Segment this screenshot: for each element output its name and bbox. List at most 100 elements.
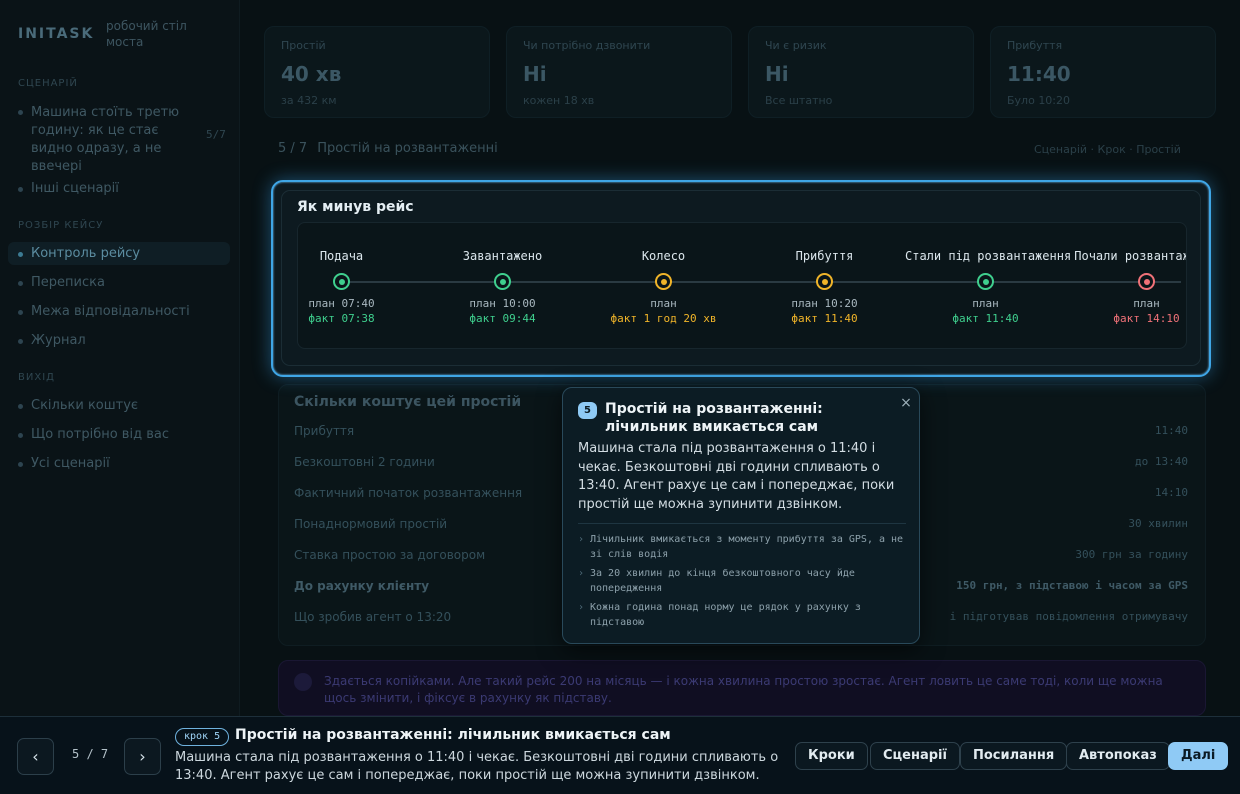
kpi-sub: Було 10:20 xyxy=(1007,94,1071,107)
cost-value: і підготував повідомлення отримувачу xyxy=(949,610,1188,623)
cost-label: Що зробив агент о 13:20 xyxy=(294,610,452,624)
sidebar-item-other-scenarios[interactable]: Інші сценарії xyxy=(18,181,119,196)
sidebar: INITASK робочий стіл моста Сценарій Маши… xyxy=(0,0,240,716)
steps-button[interactable]: Кроки xyxy=(795,742,868,770)
stage-plan: план 07:40 xyxy=(308,297,375,310)
kpi-card-call: Чи потрібно дзвонити Ні кожен 18 хв xyxy=(506,26,732,118)
stage-plan: план 10:00 xyxy=(469,297,536,310)
popover-body: Машина стала під розвантаження о 11:40 і… xyxy=(578,441,895,512)
stage-plan: план xyxy=(972,297,999,310)
cost-label: До рахунку клієнту xyxy=(294,579,430,593)
cost-label: Ставка простою за договором xyxy=(294,548,486,562)
bullet-icon xyxy=(18,339,23,344)
stage-status-icon xyxy=(1138,273,1155,290)
stage-status-icon xyxy=(977,273,994,290)
bullet-icon xyxy=(18,281,23,286)
sidebar-item-label: Переписка xyxy=(31,275,105,290)
sidebar-item-active-scenario[interactable]: Машина стоїть третю годину: як це стає в… xyxy=(18,104,188,176)
sidebar-item-label: Контроль рейсу xyxy=(31,246,141,261)
sidebar-item-label: Інші сценарії xyxy=(31,181,119,196)
stage-plan: план xyxy=(1133,297,1160,310)
stage-plan: план xyxy=(650,297,677,310)
cost-value: 14:10 xyxy=(1154,486,1188,499)
breadcrumb-title: Простій на розвантаженні xyxy=(317,141,498,156)
sidebar-item-needs[interactable]: Що потрібно від вас xyxy=(18,427,169,442)
kpi-label: Простій xyxy=(281,39,326,52)
sidebar-item-label: Скільки коштує xyxy=(31,398,139,413)
brand-logo: INITASK xyxy=(18,26,95,42)
stage-fact: факт 11:40 xyxy=(791,312,858,325)
kpi-value: Ні xyxy=(765,62,789,86)
bullet-icon xyxy=(18,462,23,467)
trip-title: Як минув рейс xyxy=(297,199,414,215)
prev-step-button[interactable]: ‹ xyxy=(17,738,54,775)
step-title: Простій на розвантаженні: лічильник вмик… xyxy=(235,727,671,743)
kpi-sub: кожен 18 хв xyxy=(523,94,595,107)
sidebar-item-responsibility[interactable]: Межа відповідальності xyxy=(18,304,190,319)
stage-status-icon xyxy=(655,273,672,290)
sidebar-item-all-scenarios[interactable]: Усі сценарії xyxy=(18,456,110,471)
autoplay-button[interactable]: Автопоказ xyxy=(1066,742,1170,770)
kpi-label: Прибуття xyxy=(1007,39,1063,52)
info-icon xyxy=(294,673,312,691)
step-badge: крок 5 xyxy=(175,728,230,746)
sidebar-item-label: Усі сценарії xyxy=(31,456,110,471)
next-button[interactable]: Далі xyxy=(1168,742,1229,770)
stage-name: Почали розвантаження xyxy=(1074,249,1186,263)
kpi-label: Чи є ризик xyxy=(765,39,827,52)
stage-fact: факт 07:38 xyxy=(308,312,375,325)
stage-status-icon xyxy=(816,273,833,290)
stage-name: Подача xyxy=(319,249,364,263)
cost-value: 11:40 xyxy=(1154,424,1188,437)
sidebar-item-label: Журнал xyxy=(31,333,86,348)
sidebar-item-correspondence[interactable]: Переписка xyxy=(18,275,105,290)
breadcrumb-prefix: 5 / 7 xyxy=(278,141,308,156)
bullet-icon xyxy=(18,433,23,438)
cost-label: Фактичний початок розвантаження xyxy=(294,486,523,500)
popover-bullets: Лічильник вмикається з моменту прибуття … xyxy=(578,532,906,634)
stage-fact: факт 1 год 20 хв xyxy=(610,312,717,325)
sidebar-item-label: Машина стоїть третю годину: як це стає в… xyxy=(31,105,180,174)
list-item: Кожна година понад норму це рядок у раху… xyxy=(578,600,906,630)
close-icon[interactable]: × xyxy=(897,394,915,412)
breadcrumb-right: Сценарій · Крок · Простій xyxy=(1034,143,1181,156)
cost-label: Безкоштовні 2 години xyxy=(294,455,435,469)
tour-popover: 5 Простій на розвантаженні: лічильник вм… xyxy=(562,387,920,644)
cost-label: Прибуття xyxy=(294,424,355,438)
step-number-badge: 5 xyxy=(578,402,597,419)
kpi-label: Чи потрібно дзвонити xyxy=(523,39,651,52)
stage-fact: факт 09:44 xyxy=(469,312,536,325)
bullet-icon xyxy=(18,187,23,192)
step-counter: 5 / 7 xyxy=(72,747,109,761)
stage-status-icon xyxy=(494,273,511,290)
sidebar-item-trip-control[interactable]: Контроль рейсу xyxy=(8,242,230,265)
stage-fact: факт 11:40 xyxy=(952,312,1019,325)
bullet-icon xyxy=(18,404,23,409)
stage-name: Прибуття xyxy=(795,249,854,263)
next-step-arrow-button[interactable]: › xyxy=(124,738,161,775)
kpi-value: 40 хв xyxy=(281,62,342,86)
kpi-card-downtime: Простій 40 хв за 432 км xyxy=(264,26,490,118)
list-item: Лічильник вмикається з моменту прибуття … xyxy=(578,532,906,562)
cost-label: Понаднормовий простій xyxy=(294,517,448,531)
kpi-card-arrival: Прибуття 11:40 Було 10:20 xyxy=(990,26,1216,118)
sidebar-section-process: Розбір кейсу xyxy=(18,220,104,231)
step-description: Машина стала під розвантаження о 11:40 і… xyxy=(175,750,779,783)
sidebar-item-journal[interactable]: Журнал xyxy=(18,333,86,348)
cost-value: 30 хвилин xyxy=(1128,517,1188,530)
kpi-sub: за 432 км xyxy=(281,94,337,107)
links-button[interactable]: Посилання xyxy=(960,742,1068,770)
scenarios-button[interactable]: Сценарії xyxy=(870,742,960,770)
tour-bottom-bar: ‹ 5 / 7 › крок 5 Простій на розвантаженн… xyxy=(0,716,1240,794)
stage-fact: факт 14:10 xyxy=(1113,312,1180,325)
note-text: Здається копійками. Але такий рейс 200 н… xyxy=(324,674,1163,705)
sidebar-item-cost[interactable]: Скільки коштує xyxy=(18,398,138,413)
list-item: За 20 хвилин до кінця безкоштовного часу… xyxy=(578,566,906,596)
stage-status-icon xyxy=(333,273,350,290)
stage-name: Колесо xyxy=(641,249,686,263)
sidebar-section-outputs: Вихід xyxy=(18,372,55,383)
stage-plan: план 10:20 xyxy=(791,297,858,310)
divider xyxy=(578,523,906,524)
kpi-sub: Все штатно xyxy=(765,94,833,107)
timeline: Подача план 07:40 факт 07:38 Завантажено пла… xyxy=(297,222,1187,349)
